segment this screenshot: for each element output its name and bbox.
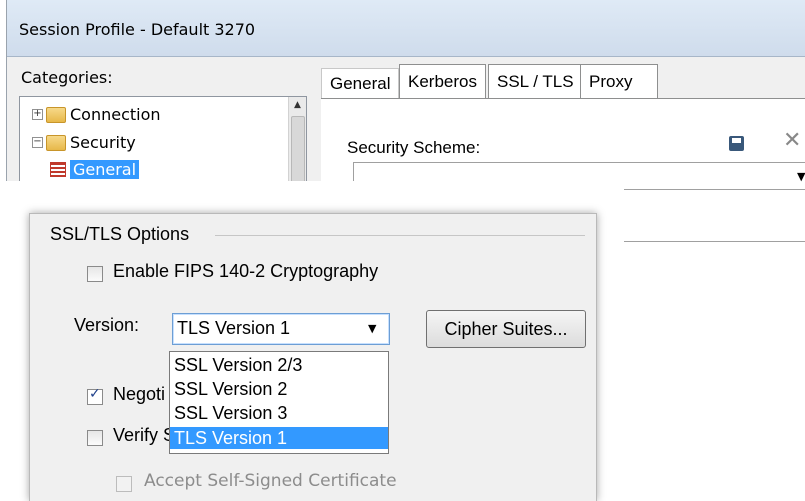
tree-item-general[interactable]: General — [50, 160, 140, 179]
version-option[interactable]: SSL Version 2/3 — [170, 354, 388, 376]
version-value: TLS Version 1 — [177, 318, 291, 338]
categories-label: Categories: — [21, 68, 113, 87]
negotiate-label[interactable]: Negoti — [113, 384, 165, 405]
folder-icon — [46, 134, 66, 151]
tab-ssl-tls[interactable]: SSL / TLS — [488, 64, 583, 99]
window-title: Session Profile - Default 3270 — [19, 20, 256, 39]
tree-item-connection[interactable]: + Connection — [32, 105, 161, 124]
accept-self-signed-label: Accept Self-Signed Certificate — [144, 471, 397, 491]
divider — [621, 241, 805, 242]
tree-item-label: Connection — [70, 105, 161, 124]
save-icon[interactable] — [729, 136, 744, 151]
tree-scrollbar[interactable]: ▲ — [288, 97, 306, 189]
tab-kerberos[interactable]: Kerberos — [399, 64, 486, 99]
scroll-up-icon[interactable]: ▲ — [289, 97, 306, 114]
folder-icon — [46, 106, 66, 123]
scroll-thumb[interactable] — [291, 116, 305, 189]
fips-checkbox[interactable] — [87, 266, 103, 282]
verify-label[interactable]: Verify S — [113, 425, 175, 446]
chevron-down-icon[interactable]: ▼ — [797, 170, 805, 183]
cipher-suites-button[interactable]: Cipher Suites... — [426, 310, 586, 348]
ssl-tls-options-panel: SSL/TLS Options Enable FIPS 140-2 Crypto… — [29, 213, 597, 501]
expand-icon[interactable]: + — [32, 109, 43, 120]
tree-item-security[interactable]: − Security — [32, 133, 136, 152]
group-divider — [215, 235, 585, 236]
categories-tree[interactable]: + Connection − Security General ▲ — [19, 96, 307, 189]
security-scheme-label: Security Scheme: — [347, 138, 481, 157]
accept-self-signed-checkbox — [116, 476, 132, 492]
close-icon[interactable]: ✕ — [783, 130, 801, 152]
tree-item-label: Security — [70, 133, 136, 152]
fips-label[interactable]: Enable FIPS 140-2 Cryptography — [113, 261, 378, 282]
version-select[interactable]: TLS Version 1 ▼ — [172, 313, 390, 345]
version-option[interactable]: SSL Version 3 — [170, 402, 388, 424]
settings-page-icon — [50, 162, 66, 177]
tab-general[interactable]: General — [321, 68, 400, 99]
negotiate-checkbox[interactable] — [87, 386, 103, 405]
version-option[interactable]: SSL Version 2 — [170, 378, 388, 400]
chevron-down-icon[interactable]: ▼ — [368, 322, 376, 335]
version-dropdown-list[interactable]: SSL Version 2/3 SSL Version 2 SSL Versio… — [169, 351, 389, 454]
tree-item-label: General — [70, 160, 140, 179]
version-option-selected[interactable]: TLS Version 1 — [170, 427, 388, 449]
tab-proxy[interactable]: Proxy — [580, 64, 658, 99]
version-label: Version: — [74, 315, 140, 335]
collapse-icon[interactable]: − — [32, 137, 43, 148]
verify-checkbox[interactable] — [87, 430, 103, 446]
group-title: SSL/TLS Options — [50, 224, 190, 244]
title-bar[interactable]: Session Profile - Default 3270 — [7, 0, 805, 57]
